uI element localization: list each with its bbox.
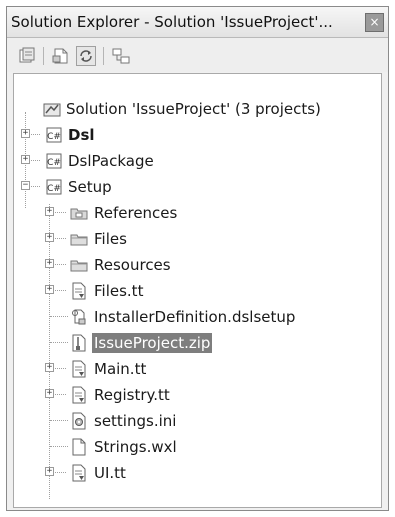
expand-button[interactable]: +: [45, 467, 54, 476]
expand-button[interactable]: +: [45, 207, 54, 216]
csharp-project-icon: C#: [46, 153, 62, 169]
svg-text:C#: C#: [47, 158, 61, 168]
tree-item-label: References: [94, 204, 178, 222]
tree-item-label: Resources: [94, 256, 171, 274]
tree-item-label: Registry.tt: [94, 386, 170, 404]
show-all-files-icon: [52, 48, 68, 64]
collapse-button[interactable]: −: [21, 181, 30, 190]
tree-connector: [50, 446, 68, 447]
view-class-diagram-icon: [112, 48, 130, 64]
csharp-project-icon: C#: [46, 127, 62, 143]
tree-row-installerdefinition[interactable]: InstallerDefinition.dslsetup: [14, 304, 381, 330]
toolbar-separator: [43, 47, 44, 65]
tree-row-main-tt[interactable]: + Main.tt: [14, 356, 381, 382]
tree-row-references[interactable]: + References: [14, 200, 381, 226]
tree-row-registry-tt[interactable]: + Registry.tt: [14, 382, 381, 408]
expand-button[interactable]: +: [45, 259, 54, 268]
refresh-button[interactable]: [76, 46, 96, 66]
tree-row-setup[interactable]: − C# Setup: [14, 174, 381, 200]
tree-item-label: Solution 'IssueProject' (3 projects): [66, 100, 321, 118]
show-all-files-button[interactable]: [51, 46, 71, 66]
tree-item-label-selected: IssueProject.zip: [92, 333, 213, 353]
expand-button[interactable]: +: [45, 233, 54, 242]
folder-icon: [70, 260, 88, 272]
tree-connector: [50, 420, 68, 421]
solution-icon: [43, 103, 61, 117]
blank-file-icon: [72, 438, 86, 456]
expand-button[interactable]: +: [45, 389, 54, 398]
solution-tree[interactable]: Solution 'IssueProject' (3 projects) + C…: [13, 73, 382, 508]
tree-row-dsl[interactable]: + C# Dsl: [14, 122, 381, 148]
tree-item-label: UI.tt: [94, 464, 126, 482]
properties-button[interactable]: [17, 46, 37, 66]
csharp-project-icon: C#: [46, 179, 62, 195]
solution-explorer-window: Solution Explorer - Solution 'IssueProje…: [6, 6, 389, 511]
tree-row-files-folder[interactable]: + Files: [14, 226, 381, 252]
text-template-icon: [72, 360, 86, 378]
properties-icon: [19, 47, 35, 63]
tree-item-label: Dsl: [68, 126, 95, 144]
svg-text:C#: C#: [47, 184, 61, 194]
text-template-icon: [72, 386, 86, 404]
tree-row-issueproject-zip[interactable]: IssueProject.zip: [14, 330, 381, 356]
tree-row-solution[interactable]: Solution 'IssueProject' (3 projects): [14, 96, 381, 122]
svg-text:C#: C#: [47, 132, 61, 142]
text-template-icon: [72, 464, 86, 482]
expand-button[interactable]: +: [21, 129, 30, 138]
tree-item-label: Main.tt: [94, 360, 147, 378]
references-icon: [70, 208, 88, 220]
view-class-diagram-button[interactable]: [111, 46, 131, 66]
window-title: Solution Explorer - Solution 'IssueProje…: [11, 13, 333, 31]
tree-row-resources[interactable]: + Resources: [14, 252, 381, 278]
settings-file-icon: [72, 412, 86, 430]
tree-item-label: DslPackage: [68, 152, 154, 170]
tree-item-label: Setup: [68, 178, 112, 196]
close-button[interactable]: ×: [365, 13, 384, 32]
refresh-icon: [80, 50, 92, 62]
expand-button[interactable]: +: [45, 363, 54, 372]
tree-row-settings-ini[interactable]: settings.ini: [14, 408, 381, 434]
folder-icon: [70, 234, 88, 246]
toolbar: [7, 38, 388, 72]
tree-connector: [50, 316, 68, 317]
zip-file-icon: [72, 334, 86, 352]
expand-button[interactable]: +: [21, 155, 30, 164]
tree-item-label: settings.ini: [94, 412, 177, 430]
tree-item-label: Files.tt: [94, 282, 144, 300]
tree-row-strings-wxl[interactable]: Strings.wxl: [14, 434, 381, 460]
toolbar-separator: [103, 47, 104, 65]
tree-item-label: Strings.wxl: [94, 438, 177, 456]
expand-button[interactable]: +: [45, 285, 54, 294]
tree-row-files-tt[interactable]: + Files.tt: [14, 278, 381, 304]
title-bar[interactable]: Solution Explorer - Solution 'IssueProje…: [7, 7, 388, 38]
tree-item-label: Files: [94, 230, 127, 248]
dslsetup-file-icon: [72, 309, 86, 325]
tree-item-label: InstallerDefinition.dslsetup: [94, 308, 296, 326]
tree-row-ui-tt[interactable]: + UI.tt: [14, 460, 381, 486]
tree-connector: [50, 342, 68, 343]
text-template-icon: [72, 282, 86, 300]
tree-row-dslpackage[interactable]: + C# DslPackage: [14, 148, 381, 174]
